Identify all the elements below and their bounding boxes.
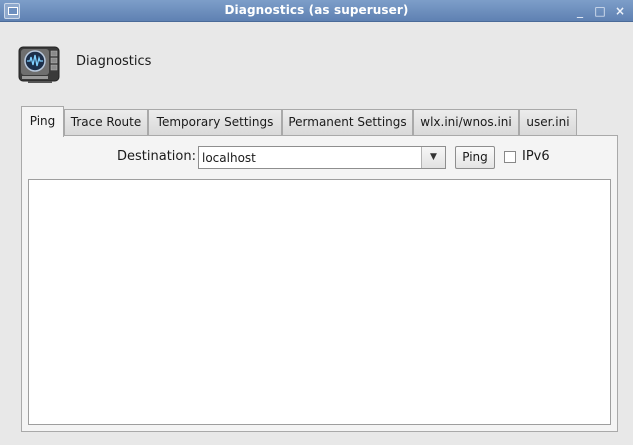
title-bar: Diagnostics (as superuser) _ □ × [0,0,633,22]
window-title: Diagnostics (as superuser) [224,3,409,17]
destination-combobox[interactable]: ▼ [198,146,446,169]
destination-input[interactable] [199,147,423,168]
page-title: Diagnostics [76,54,152,69]
maximize-button[interactable]: □ [592,3,608,19]
close-button[interactable]: × [612,3,628,19]
minimize-button[interactable]: _ [572,3,588,19]
ping-output-area[interactable] [28,179,611,425]
diagnostics-app-icon [18,46,62,84]
tab-permanent-settings[interactable]: Permanent Settings [282,109,413,136]
ping-panel: Destination: ▼ Ping IPv6 [21,135,618,432]
ping-button[interactable]: Ping [455,146,495,169]
tab-temporary-settings[interactable]: Temporary Settings [148,109,282,136]
tab-wlx-wnos-ini[interactable]: wlx.ini/wnos.ini [413,109,519,136]
tab-user-ini[interactable]: user.ini [519,109,577,136]
checkbox-icon[interactable] [504,151,516,163]
tab-trace-route[interactable]: Trace Route [64,109,148,136]
destination-label: Destination: [117,149,196,164]
tab-ping[interactable]: Ping [21,106,64,137]
chevron-down-icon[interactable]: ▼ [421,147,445,168]
ipv6-label[interactable]: IPv6 [522,149,550,164]
